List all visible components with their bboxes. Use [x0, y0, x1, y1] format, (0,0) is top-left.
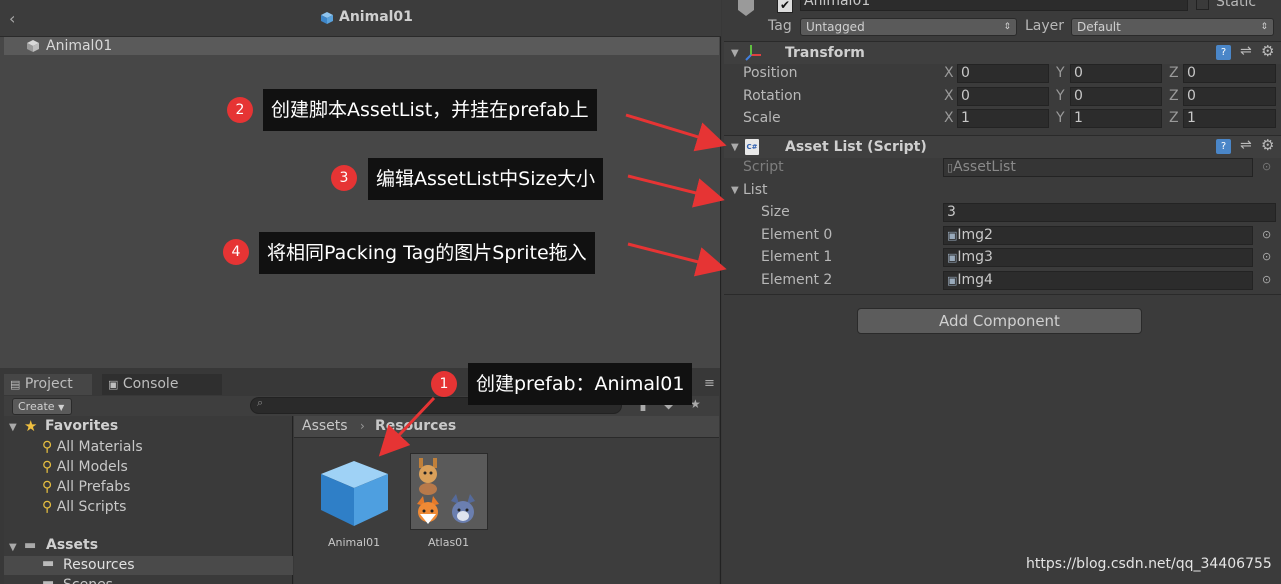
watermark: https://blog.csdn.net/qq_34406755 — [1026, 556, 1272, 572]
arrow-1 — [378, 396, 436, 457]
arrow-3 — [627, 174, 725, 208]
arrow-4 — [627, 242, 727, 277]
arrow-2 — [625, 113, 727, 152]
annotation-arrows — [378, 113, 727, 457]
